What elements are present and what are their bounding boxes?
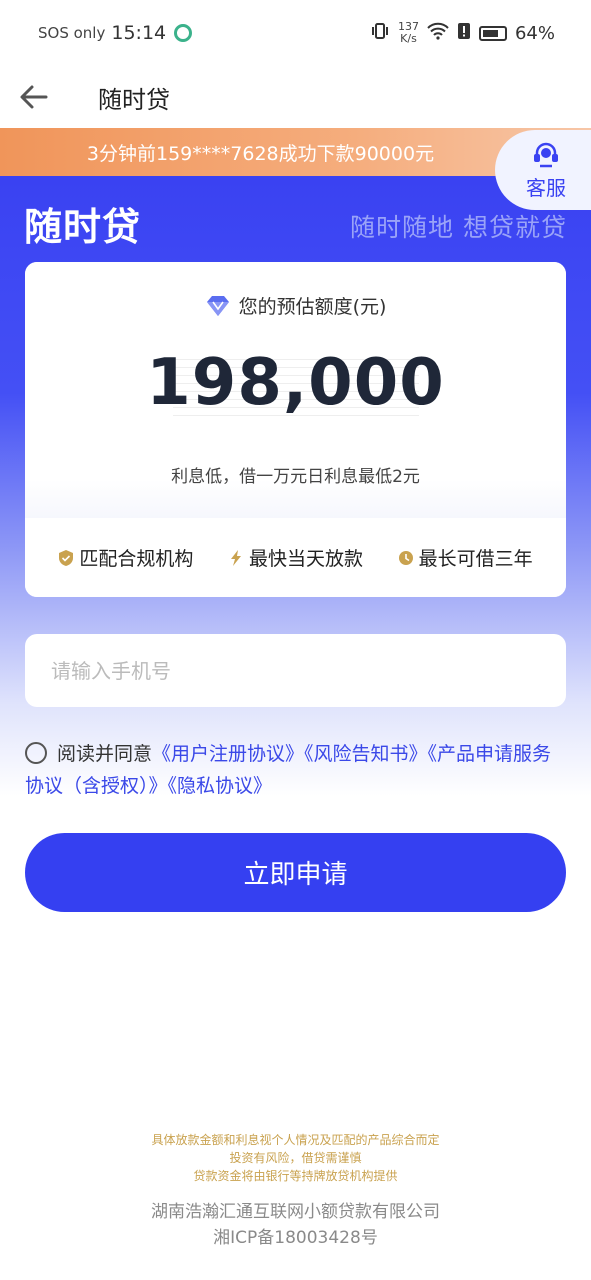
wifi-icon [427, 22, 449, 44]
company-info: 湖南浩瀚汇通互联网小额贷款有限公司 湘ICP备18003428号 [0, 1199, 591, 1251]
carrier-text: SOS only [38, 24, 106, 42]
brand-slogan: 随时随地 想贷就贷 [350, 213, 567, 242]
link-privacy-policy[interactable]: 《隐私协议》 [168, 775, 273, 797]
clock: 15:14 [111, 22, 167, 44]
feature-list: 匹配合规机构 最快当天放款 最长可借三年 [25, 518, 566, 597]
status-left: SOS only 15:14 [38, 22, 193, 44]
arrow-left-icon [20, 85, 48, 109]
feature-item: 最快当天放款 [228, 544, 363, 571]
feature-label: 最快当天放款 [248, 548, 363, 570]
disclaimer-line: 贷款资金将由银行等持牌放贷机构提供 [193, 1169, 398, 1183]
battery-percent: 64% [514, 22, 555, 44]
status-right: 137 K/s 64% [370, 21, 555, 45]
quota-amount: 198,000 [146, 346, 445, 420]
quota-title-text: 您的预估额度(元) [238, 296, 387, 318]
battery-icon [478, 25, 507, 41]
quota-card-main: 您的预估额度(元) 198,000 利息低，借一万元日利息最低2元 [25, 262, 566, 518]
feature-item: 最长可借三年 [398, 544, 533, 571]
lightning-icon [230, 549, 241, 566]
clock-icon [398, 550, 413, 565]
quota-card: 您的预估额度(元) 198,000 利息低，借一万元日利息最低2元 匹配合规机构… [25, 262, 566, 597]
risk-disclaimer: 具体放款金额和利息视个人情况及匹配的产品综合而定 投资有风险，借贷需谨慎 贷款资… [0, 1131, 591, 1185]
vibrate-icon [370, 21, 390, 45]
disclaimer-line: 投资有风险，借贷需谨慎 [229, 1151, 362, 1165]
agreement-prefix: 阅读并同意 [57, 743, 153, 765]
link-user-registration-agreement[interactable]: 《用户注册协议》 [152, 743, 304, 765]
brand-logo: 随时贷 [24, 205, 142, 249]
agreement: 阅读并同意《用户注册协议》《风险告知书》《产品申请服务协议（含授权）》《隐私协议… [25, 738, 566, 802]
network-speed-unit: K/s [400, 32, 417, 45]
disclaimer-line: 具体放款金额和利息视个人情况及匹配的产品综合而定 [151, 1133, 440, 1147]
headset-icon [534, 142, 558, 167]
customer-service-label: 客服 [526, 175, 566, 200]
alert-icon [457, 22, 471, 44]
apply-now-button[interactable]: 立即申请 [25, 833, 566, 912]
phone-input[interactable] [25, 634, 566, 707]
feature-label: 匹配合规机构 [79, 548, 194, 570]
icp-number: 湘ICP备18003428号 [213, 1228, 378, 1248]
interest-note: 利息低，借一万元日利息最低2元 [171, 467, 420, 487]
quota-title: 您的预估额度(元) [25, 292, 566, 319]
network-speed: 137 K/s [398, 21, 419, 45]
notice-text: 3分钟前159****7628成功下款90000元 [86, 142, 435, 165]
back-button[interactable] [16, 79, 52, 115]
app-header: 随时贷 [0, 66, 591, 128]
company-name: 湖南浩瀚汇通互联网小额贷款有限公司 [151, 1202, 440, 1222]
feature-label: 最长可借三年 [418, 548, 533, 570]
app-notification-icon [174, 24, 193, 42]
diamond-icon [206, 295, 229, 316]
customer-service-button[interactable]: 客服 [495, 130, 591, 210]
shield-icon [59, 549, 74, 566]
feature-item: 匹配合规机构 [58, 544, 193, 571]
status-bar: SOS only 15:14 137 K/s 64% [0, 0, 591, 66]
agreement-checkbox[interactable] [25, 741, 47, 764]
link-risk-notice[interactable]: 《风险告知书》 [304, 743, 428, 765]
page-title: 随时贷 [98, 85, 170, 114]
